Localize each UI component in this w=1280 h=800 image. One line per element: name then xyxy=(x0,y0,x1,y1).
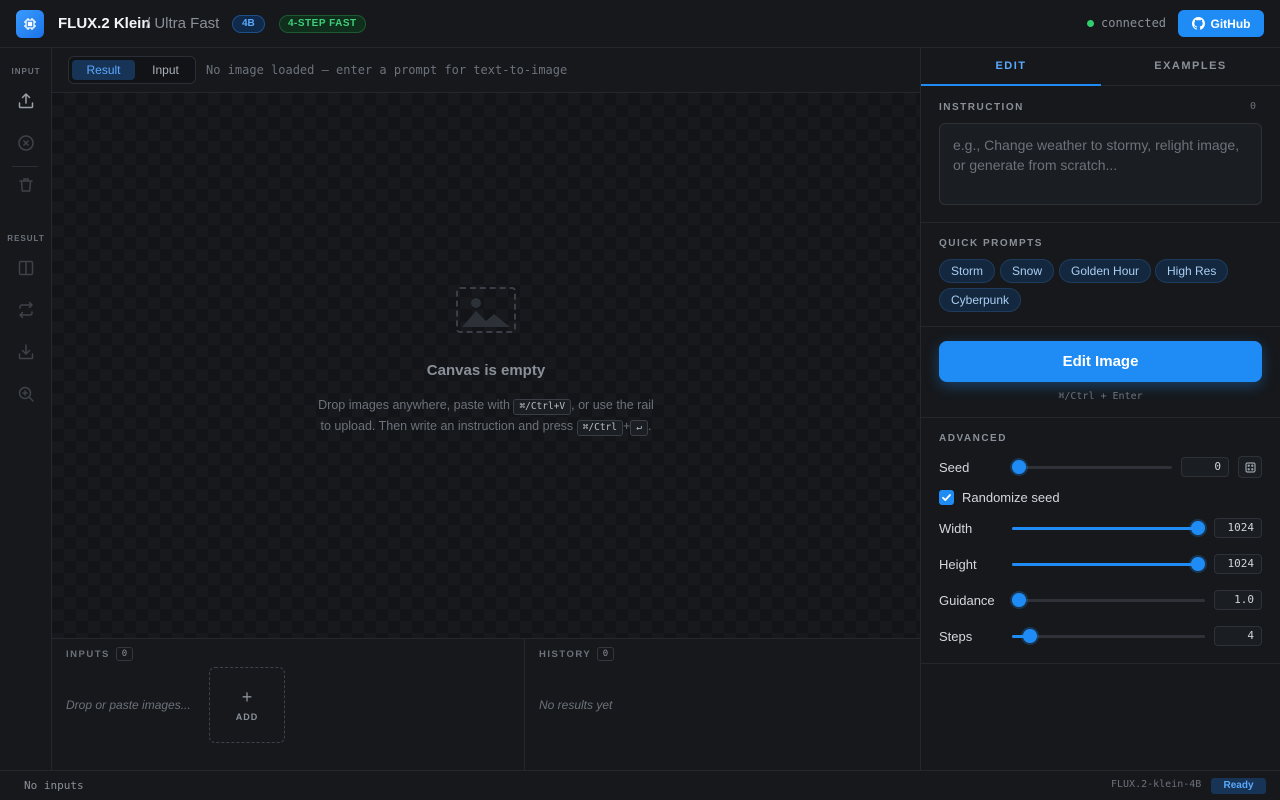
app-logo-icon xyxy=(16,10,44,38)
status-badge: Ready xyxy=(1211,778,1266,794)
inputs-count-badge: 0 xyxy=(116,647,133,661)
connection-status: connected xyxy=(1087,16,1166,30)
rail-divider xyxy=(12,166,38,167)
section-divider xyxy=(921,222,1280,223)
compare-icon[interactable] xyxy=(16,258,36,278)
quick-prompt-snow[interactable]: Snow xyxy=(1000,259,1055,283)
download-icon[interactable] xyxy=(16,342,36,362)
github-button[interactable]: GitHub xyxy=(1178,10,1264,37)
rail-input-label: INPUT xyxy=(11,67,41,76)
edit-image-button[interactable]: Edit Image xyxy=(939,341,1262,382)
model-size-badge: 4B xyxy=(232,15,265,33)
seed-slider-track[interactable] xyxy=(1012,466,1172,469)
quick-prompts-label: QUICK PROMPTS xyxy=(939,238,1043,249)
history-empty-text: No results yet xyxy=(539,698,613,712)
status-dot-icon xyxy=(1087,19,1094,27)
github-icon xyxy=(1191,17,1205,30)
randomize-seed-label: Randomize seed xyxy=(962,490,1060,505)
width-label: Width xyxy=(939,521,973,536)
tab-result[interactable]: Result xyxy=(72,60,135,80)
dice-icon xyxy=(1244,461,1256,473)
empty-desc-part1: Drop images anywhere, paste with xyxy=(318,398,510,412)
empty-title: Canvas is empty xyxy=(426,362,546,379)
history-count-badge: 0 xyxy=(597,647,614,661)
empty-description: Drop images anywhere, paste with ⌘/Ctrl+… xyxy=(312,395,660,437)
width-slider-thumb[interactable] xyxy=(1191,521,1205,535)
tool-rail xyxy=(0,48,52,770)
seed-slider-thumb[interactable] xyxy=(1012,460,1026,474)
mode-badge: 4-STEP FAST xyxy=(279,15,366,33)
tab-edit[interactable]: EDIT xyxy=(921,48,1101,86)
empty-desc-period: . xyxy=(648,419,652,433)
steps-label: Steps xyxy=(939,629,973,644)
kbd-enter: ↵ xyxy=(630,420,649,436)
app-subtitle: / Ultra Fast xyxy=(146,15,220,32)
width-input[interactable]: 1024 xyxy=(1214,518,1262,538)
steps-slider-track[interactable] xyxy=(1012,635,1205,638)
quick-prompt-storm[interactable]: Storm xyxy=(939,259,996,283)
seed-input[interactable]: 0 xyxy=(1181,457,1229,477)
height-input[interactable]: 1024 xyxy=(1214,554,1262,574)
kbd-paste: ⌘/Ctrl+V xyxy=(513,399,572,415)
upload-icon[interactable] xyxy=(16,91,36,111)
quick-prompt-cyberpunk[interactable]: Cyberpunk xyxy=(939,288,1022,312)
randomize-seed-checkbox[interactable] xyxy=(939,490,954,505)
kbd-plus: + xyxy=(622,419,631,433)
status-bar xyxy=(0,770,1280,800)
guidance-slider-thumb[interactable] xyxy=(1012,593,1026,607)
guidance-slider-track[interactable] xyxy=(1012,599,1205,602)
height-slider-fill xyxy=(1012,563,1198,566)
inputs-label: INPUTS xyxy=(66,649,110,660)
steps-slider-thumb[interactable] xyxy=(1023,629,1037,643)
view-toggle: Result Input xyxy=(68,56,196,84)
tab-examples[interactable]: EXAMPLES xyxy=(1101,48,1280,86)
checkmark-icon xyxy=(942,494,951,501)
connection-label: connected xyxy=(1101,16,1167,30)
guidance-input[interactable]: 1.0 xyxy=(1214,590,1262,610)
instruction-label: INSTRUCTION xyxy=(939,102,1024,113)
guidance-label: Guidance xyxy=(939,593,995,608)
shortcut-hint: ⌘/Ctrl + Enter xyxy=(1058,391,1143,402)
add-label: ADD xyxy=(235,712,259,722)
height-slider-thumb[interactable] xyxy=(1191,557,1205,571)
zoom-icon[interactable] xyxy=(16,384,36,404)
quick-prompt-golden-hour[interactable]: Golden Hour xyxy=(1059,259,1152,283)
height-label: Height xyxy=(939,557,977,572)
quick-prompt-high-res[interactable]: High Res xyxy=(1155,259,1229,283)
add-input-button[interactable]: + ADD xyxy=(209,667,285,743)
width-slider-fill xyxy=(1012,527,1198,530)
section-divider xyxy=(921,663,1280,664)
history-label: HISTORY xyxy=(539,649,592,660)
github-label: GitHub xyxy=(1210,16,1251,31)
trash-icon[interactable] xyxy=(16,175,36,195)
instruction-char-count: 0 xyxy=(1250,101,1257,112)
plus-icon: + xyxy=(241,687,253,707)
steps-input[interactable]: 4 xyxy=(1214,626,1262,646)
rail-result-label: RESULT xyxy=(7,234,45,243)
swap-icon[interactable] xyxy=(16,300,36,320)
status-inputs: No inputs xyxy=(24,779,84,792)
section-divider xyxy=(921,417,1280,418)
seed-label: Seed xyxy=(939,460,970,475)
clear-icon[interactable] xyxy=(16,133,36,153)
status-model: FLUX.2-klein-4B xyxy=(1111,779,1202,790)
tab-input[interactable]: Input xyxy=(138,60,193,80)
app-title: FLUX.2 Klein xyxy=(58,15,151,32)
kbd-modifier: ⌘/Ctrl xyxy=(576,420,623,436)
image-placeholder-icon xyxy=(456,287,516,333)
bottom-divider xyxy=(524,638,525,770)
randomize-dice-button[interactable] xyxy=(1238,456,1262,478)
inputs-empty-text: Drop or paste images... xyxy=(66,698,191,712)
instruction-input[interactable] xyxy=(939,123,1262,205)
toolbar-message: No image loaded — enter a prompt for tex… xyxy=(206,63,568,77)
section-divider xyxy=(921,326,1280,327)
advanced-label: ADVANCED xyxy=(939,433,1007,444)
